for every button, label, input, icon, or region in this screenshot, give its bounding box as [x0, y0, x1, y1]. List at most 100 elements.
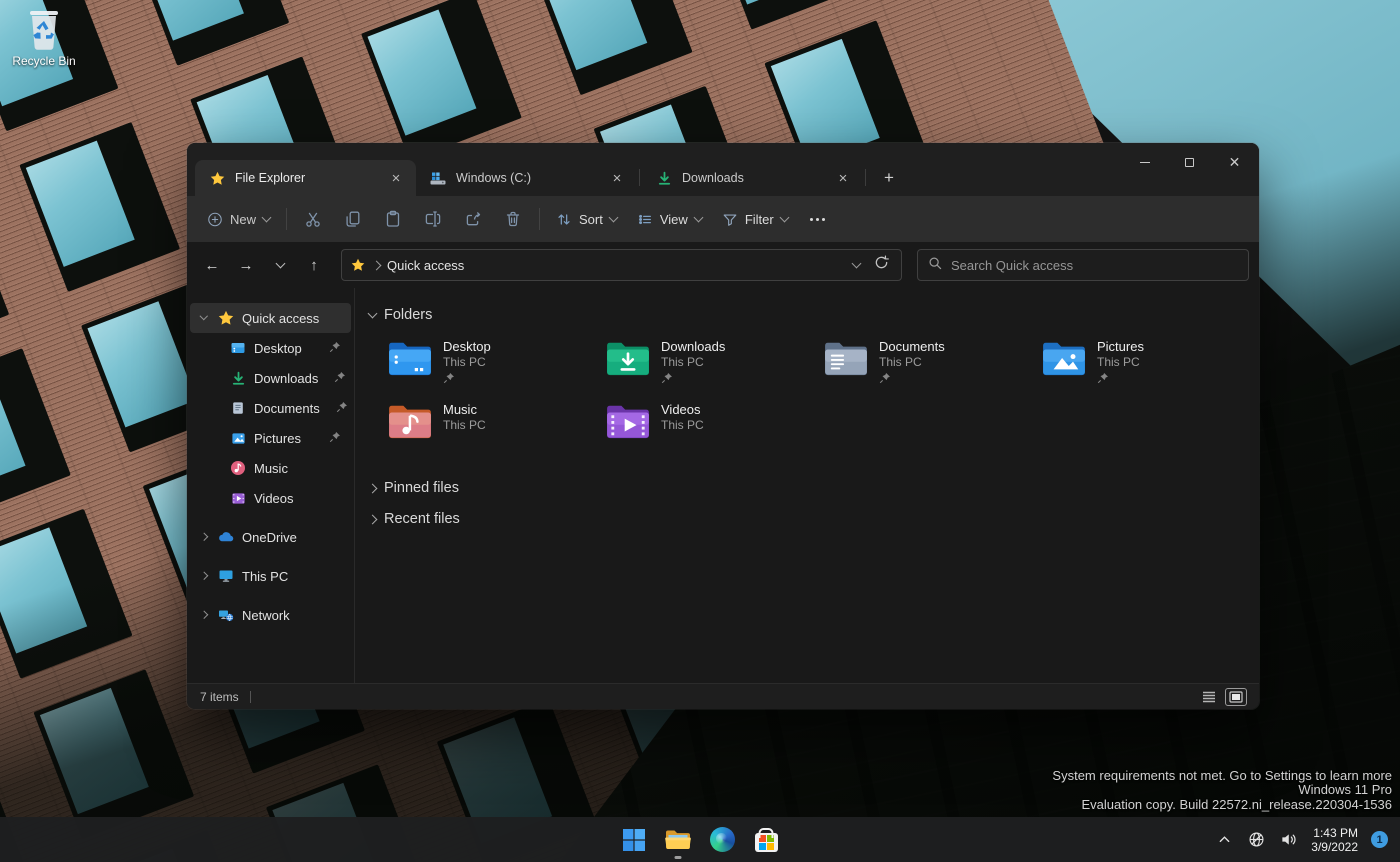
volume-button[interactable] [1275, 825, 1301, 855]
hidden-icons-button[interactable] [1211, 825, 1237, 855]
drive-icon [430, 170, 446, 186]
star-icon [350, 257, 366, 273]
tab-file-explorer[interactable]: File Explorer × [195, 160, 416, 196]
view-button[interactable]: View [627, 202, 712, 236]
recycle-bin-shortcut[interactable]: Recycle Bin [6, 8, 82, 68]
downloads-folder-icon [607, 342, 649, 376]
search-icon [928, 256, 942, 275]
delete-button[interactable] [493, 202, 533, 236]
new-plus-icon [207, 211, 223, 227]
minimize-button[interactable] [1122, 147, 1167, 177]
edge-taskbar-button[interactable] [702, 820, 742, 860]
more-icon [810, 217, 826, 221]
folder-tile-music[interactable]: Music This PC [387, 402, 605, 452]
microsoft-store-icon [754, 832, 778, 852]
copy-button[interactable] [333, 202, 373, 236]
sidebar-item-network[interactable]: Network [190, 600, 351, 630]
sidebar-item-videos[interactable]: Videos [190, 483, 351, 513]
chevron-right-icon[interactable] [198, 533, 210, 541]
back-button[interactable]: ← [197, 250, 227, 280]
maximize-button[interactable] [1167, 147, 1212, 177]
section-pinned-files[interactable]: Pinned files [367, 476, 1241, 500]
tab-windows-c[interactable]: Windows (C:) × [416, 160, 637, 196]
chevron-down-icon [367, 308, 378, 318]
folder-tile-videos[interactable]: Videos This PC [605, 402, 823, 452]
command-bar: New Sort View Filter [187, 196, 1259, 242]
chevron-up-icon [1219, 836, 1230, 843]
refresh-button[interactable] [874, 255, 889, 275]
tab-label: Windows (C:) [456, 171, 532, 185]
document-icon [230, 400, 246, 416]
cut-icon [306, 212, 320, 227]
pin-icon [336, 401, 348, 416]
filter-button[interactable]: Filter [712, 202, 798, 236]
notification-badge[interactable]: 1 [1371, 831, 1388, 848]
search-box[interactable] [917, 249, 1249, 281]
folder-tile-pictures[interactable]: Pictures This PC [1041, 339, 1259, 389]
pictures-folder-icon [1043, 342, 1085, 376]
section-folders[interactable]: Folders [367, 303, 1241, 327]
rename-button[interactable] [413, 202, 453, 236]
new-button[interactable]: New [197, 202, 280, 236]
tab-close-icon[interactable]: × [384, 166, 408, 190]
edge-icon [709, 827, 735, 852]
pin-icon [329, 341, 341, 356]
see-more-button[interactable] [798, 202, 838, 236]
address-bar[interactable]: Quick access [341, 249, 902, 281]
pin-icon [443, 371, 491, 389]
tab-label: File Explorer [235, 171, 306, 185]
chevron-right-icon[interactable] [198, 611, 210, 619]
sidebar-item-documents[interactable]: Documents [190, 393, 351, 423]
chevron-right-icon[interactable] [198, 572, 210, 580]
recent-locations-button[interactable] [265, 250, 295, 280]
address-dropdown-icon[interactable] [851, 258, 862, 268]
section-recent-files[interactable]: Recent files [367, 507, 1241, 531]
network-status-button[interactable] [1243, 825, 1269, 855]
up-button[interactable]: ↑ [299, 250, 329, 280]
sidebar-item-downloads[interactable]: Downloads [190, 363, 351, 393]
documents-folder-icon [825, 342, 867, 376]
folder-tile-documents[interactable]: Documents This PC [823, 339, 1041, 389]
folder-tile-desktop[interactable]: Desktop This PC [387, 339, 605, 389]
sidebar-item-desktop[interactable]: Desktop [190, 333, 351, 363]
breadcrumb-location[interactable]: Quick access [387, 258, 846, 273]
details-view-toggle[interactable] [1199, 689, 1219, 705]
search-input[interactable] [951, 257, 1238, 273]
tab-close-icon[interactable]: × [831, 166, 855, 190]
chevron-right-icon [371, 260, 382, 270]
tab-close-icon[interactable]: × [605, 166, 629, 190]
filter-icon [722, 211, 738, 227]
file-explorer-taskbar-button[interactable] [658, 820, 698, 860]
file-explorer-window: File Explorer × Windows (C:) × Downloads… [187, 143, 1259, 709]
chevron-down-icon[interactable] [198, 312, 210, 320]
store-taskbar-button[interactable] [746, 820, 786, 860]
large-icons-view-toggle[interactable] [1225, 687, 1247, 706]
star-icon [209, 170, 225, 186]
pin-icon [661, 371, 725, 389]
new-tab-button[interactable]: + [872, 163, 906, 193]
address-row: ← → ↑ Quick access [187, 242, 1259, 288]
close-button[interactable]: ✕ [1212, 147, 1257, 177]
cut-button[interactable] [293, 202, 333, 236]
recycle-bin-label: Recycle Bin [12, 54, 76, 68]
share-button[interactable] [453, 202, 493, 236]
view-icon [637, 211, 653, 227]
start-button[interactable] [614, 820, 654, 860]
sidebar-item-quick-access[interactable]: Quick access [190, 303, 351, 333]
forward-button[interactable]: → [231, 250, 261, 280]
folder-tile-downloads[interactable]: Downloads This PC [605, 339, 823, 389]
sidebar-item-this-pc[interactable]: This PC [190, 561, 351, 591]
sidebar-item-pictures[interactable]: Pictures [190, 423, 351, 453]
clock-time: 1:43 PM [1313, 825, 1358, 840]
desktop-folder-icon [389, 342, 431, 376]
tab-downloads[interactable]: Downloads × [642, 160, 863, 196]
paste-button[interactable] [373, 202, 413, 236]
taskbar-clock[interactable]: 1:43 PM 3/9/2022 [1311, 826, 1358, 854]
globe-no-internet-icon [1249, 832, 1264, 847]
sort-button[interactable]: Sort [546, 202, 627, 236]
sidebar-item-onedrive[interactable]: OneDrive [190, 522, 351, 552]
music-folder-icon [389, 405, 431, 439]
delete-icon [506, 211, 520, 227]
sidebar-item-music[interactable]: Music [190, 453, 351, 483]
tab-separator [865, 169, 866, 186]
